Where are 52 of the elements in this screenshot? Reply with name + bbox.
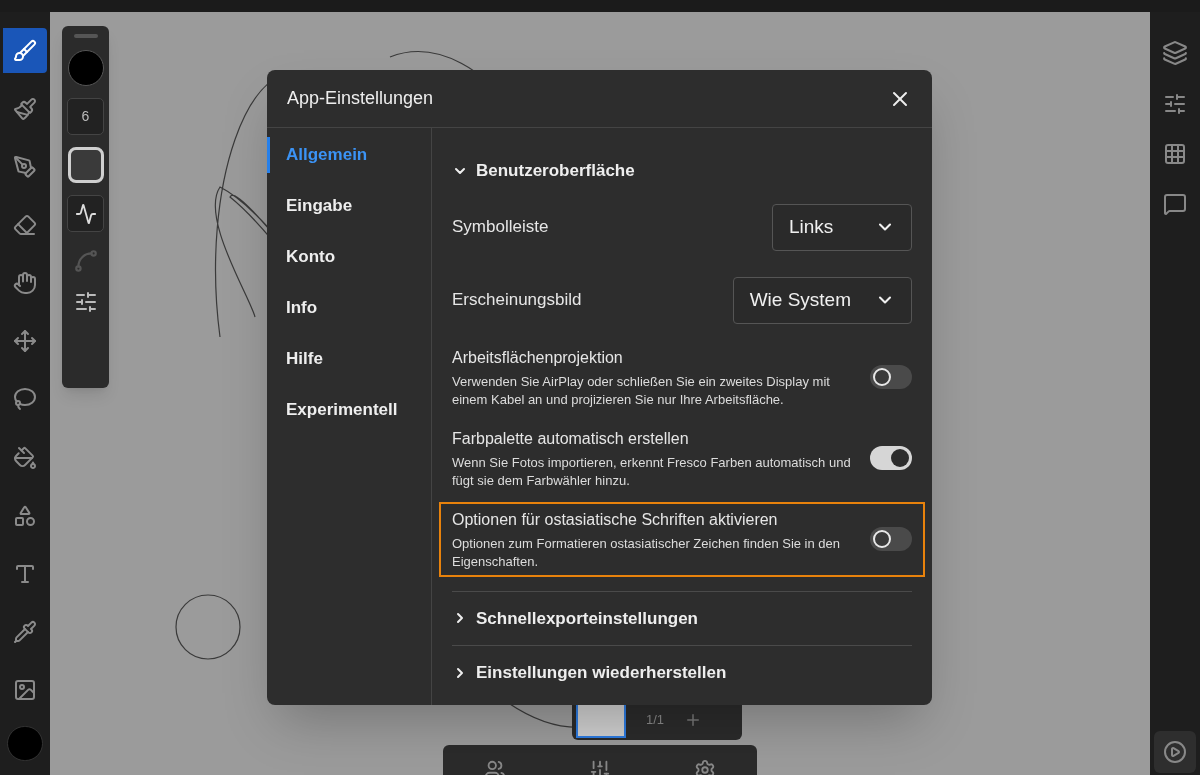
nav-tab[interactable]: Info [267, 290, 431, 326]
toggle-switch[interactable] [870, 446, 912, 470]
play-icon [1163, 740, 1187, 764]
move-icon [13, 329, 37, 354]
brush-size-button[interactable]: 6 [67, 98, 104, 135]
settings-icon[interactable] [693, 759, 716, 775]
dropdown[interactable]: Links [772, 203, 912, 251]
section-header[interactable]: Einstellungen wiederherstellen [452, 660, 727, 686]
setting-label: Farbpalette automatisch erstellen [452, 428, 690, 449]
nav-tab[interactable]: Eingabe [267, 188, 431, 224]
nav-tab[interactable]: Experimentell [267, 392, 431, 428]
toggle-switch[interactable] [870, 365, 912, 389]
brush-color-swatch[interactable] [67, 50, 104, 86]
dialog-title: App-Einstellungen [287, 87, 434, 110]
toggle-switch[interactable] [870, 527, 912, 551]
section-header[interactable]: Benutzeroberfläche [452, 158, 635, 184]
lasso-icon [13, 387, 37, 412]
image-icon [13, 678, 37, 703]
comment-icon[interactable] [1163, 192, 1187, 216]
wave-icon [74, 202, 97, 225]
brush-icon [13, 38, 37, 63]
sliders-icon[interactable] [1163, 92, 1187, 116]
section-header[interactable]: Schnellexporteinstellungen [452, 605, 698, 631]
eraser-icon [13, 213, 37, 237]
paintbrush-icon [13, 96, 37, 121]
setting-description: Wenn Sie Fotos importieren, erkennt Fresco Farben automatisch und fügt sie dem Farbwähler hinzu. [452, 453, 852, 490]
setting-description: Verwenden Sie AirPlay oder schließen Sie ein zweites Display mit einem Kabel an und projizieren Sie nur Ihre Arbeitsfläche. [452, 372, 831, 409]
nav-tab[interactable]: Hilfe [267, 341, 431, 377]
tool-button[interactable] [3, 28, 47, 74]
eyedropper-icon [13, 619, 37, 644]
grid-icon[interactable] [1163, 142, 1187, 166]
brush-settings-icon[interactable] [73, 290, 98, 314]
sliders-icon[interactable] [589, 759, 611, 775]
pen-icon [13, 154, 37, 179]
hand-icon [13, 271, 37, 296]
paint-bucket-icon [13, 445, 37, 470]
nav-tab[interactable]: Allgemein [267, 137, 431, 173]
setting-label: Erscheinungsbild [452, 289, 582, 312]
playback-button[interactable] [1154, 731, 1196, 773]
shapes-icon [13, 503, 37, 528]
smoothing-button[interactable] [67, 195, 104, 232]
opacity-swatch[interactable] [67, 147, 104, 183]
setting-label: Optionen für ostasiatische Schriften aktivieren [452, 509, 779, 530]
people-icon[interactable] [484, 759, 507, 775]
layers-icon[interactable] [1162, 40, 1188, 66]
nav-tab[interactable]: Konto [267, 239, 431, 275]
layer-count: 1/1 [646, 711, 665, 730]
color-swatch[interactable] [7, 725, 43, 762]
setting-label: Symbolleiste [452, 216, 549, 239]
setting-label: Arbeitsflächenprojektion [452, 347, 624, 368]
dropdown[interactable]: Wie System [732, 276, 912, 324]
setting-description: Optionen zum Formatieren ostasiatischer Zeichen finden Sie in den Eigenschaften. [452, 534, 842, 571]
